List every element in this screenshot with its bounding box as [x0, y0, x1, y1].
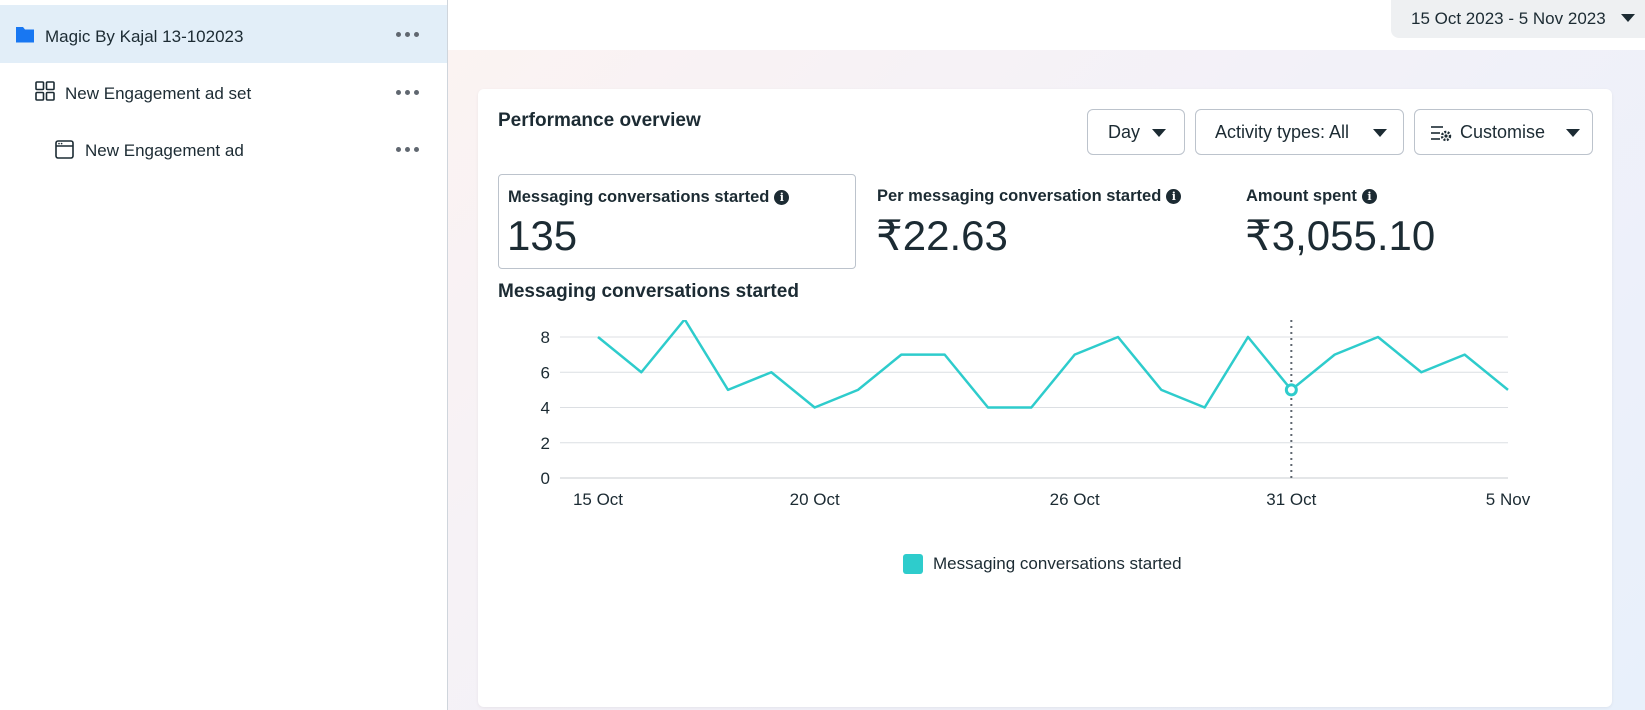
- x-tick-label: 31 Oct: [1266, 490, 1316, 509]
- date-range-label: 15 Oct 2023 - 5 Nov 2023: [1411, 9, 1606, 28]
- day-dropdown-label: Day: [1108, 122, 1141, 142]
- info-icon[interactable]: i: [1166, 189, 1182, 204]
- x-tick-label: 15 Oct: [573, 490, 623, 509]
- page-title: Performance overview: [498, 110, 701, 131]
- y-tick-label: 2: [541, 434, 550, 453]
- more-options-icon[interactable]: [396, 85, 422, 99]
- legend-swatch: [903, 554, 923, 574]
- chevron-down-icon: [1621, 14, 1635, 22]
- tree-item-campaign[interactable]: Magic By Kajal 13-102023: [0, 5, 447, 63]
- tree-item-label: Magic By Kajal 13-102023: [45, 27, 244, 46]
- tree-item-label: New Engagement ad set: [65, 84, 252, 103]
- metric-value: ₹3,055.10: [1245, 212, 1436, 259]
- x-tick-label: 20 Oct: [790, 490, 840, 509]
- info-icon[interactable]: i: [1361, 189, 1377, 204]
- metric-label: Messaging conversations started i: [508, 188, 790, 207]
- y-tick-label: 4: [541, 399, 550, 418]
- grid-icon: [35, 81, 55, 101]
- metric-value: 135: [507, 212, 578, 259]
- tree-item-label: New Engagement ad: [85, 141, 244, 160]
- line-chart[interactable]: 0 2 4 6 8 15 Oct 20 Oct 26 Oct 31 Oct 5 Nov: [478, 320, 1612, 535]
- day-dropdown-button[interactable]: Day: [1087, 109, 1185, 155]
- metric-label: Amount spent i: [1246, 187, 1377, 206]
- series-line: [597, 320, 1509, 409]
- more-options-icon[interactable]: [396, 27, 422, 41]
- metric-label-text: Per messaging conversation started: [877, 187, 1162, 205]
- x-tick-label: 5 Nov: [1486, 490, 1531, 509]
- metric-label-text: Messaging conversations started: [508, 188, 770, 206]
- activity-types-dropdown-button[interactable]: Activity types: All: [1195, 109, 1404, 155]
- legend-label: Messaging conversations started: [933, 554, 1182, 573]
- highlighted-data-point: [1284, 383, 1298, 397]
- ad-window-icon: [55, 140, 74, 159]
- metric-value: ₹22.63: [876, 212, 1008, 259]
- chart-title: Messaging conversations started: [498, 281, 799, 302]
- x-tick-label: 26 Oct: [1050, 490, 1100, 509]
- y-tick-label: 8: [541, 328, 550, 347]
- customise-label: Customise: [1460, 122, 1546, 142]
- metric-amount-spent[interactable]: Amount spent i ₹3,055.10: [1237, 174, 1597, 269]
- folder-icon: [16, 27, 34, 43]
- chevron-down-icon: [1566, 129, 1580, 137]
- metric-conversations[interactable]: Messaging conversations started i 135: [498, 174, 856, 269]
- metric-cost-per-conversation[interactable]: Per messaging conversation started i ₹22.…: [868, 174, 1228, 269]
- date-range-picker[interactable]: 15 Oct 2023 - 5 Nov 2023: [1391, 0, 1645, 38]
- y-tick-label: 0: [541, 469, 550, 488]
- chart-legend[interactable]: Messaging conversations started: [903, 553, 1182, 575]
- campaign-tree-sidebar: Magic By Kajal 13-102023 New Engagement …: [0, 0, 448, 710]
- tree-item-ad[interactable]: New Engagement ad: [0, 120, 447, 178]
- metric-label: Per messaging conversation started i: [877, 187, 1182, 206]
- customise-button[interactable]: Customise: [1414, 109, 1593, 155]
- tree-item-ad-set[interactable]: New Engagement ad set: [0, 63, 447, 121]
- chevron-down-icon: [1152, 129, 1166, 137]
- activity-types-label: Activity types: All: [1215, 122, 1350, 142]
- customise-settings-icon: [1431, 126, 1452, 142]
- chevron-down-icon: [1373, 129, 1387, 137]
- metric-label-text: Amount spent: [1246, 187, 1357, 205]
- info-icon[interactable]: i: [774, 190, 790, 205]
- more-options-icon[interactable]: [396, 142, 422, 156]
- y-tick-label: 6: [541, 363, 550, 382]
